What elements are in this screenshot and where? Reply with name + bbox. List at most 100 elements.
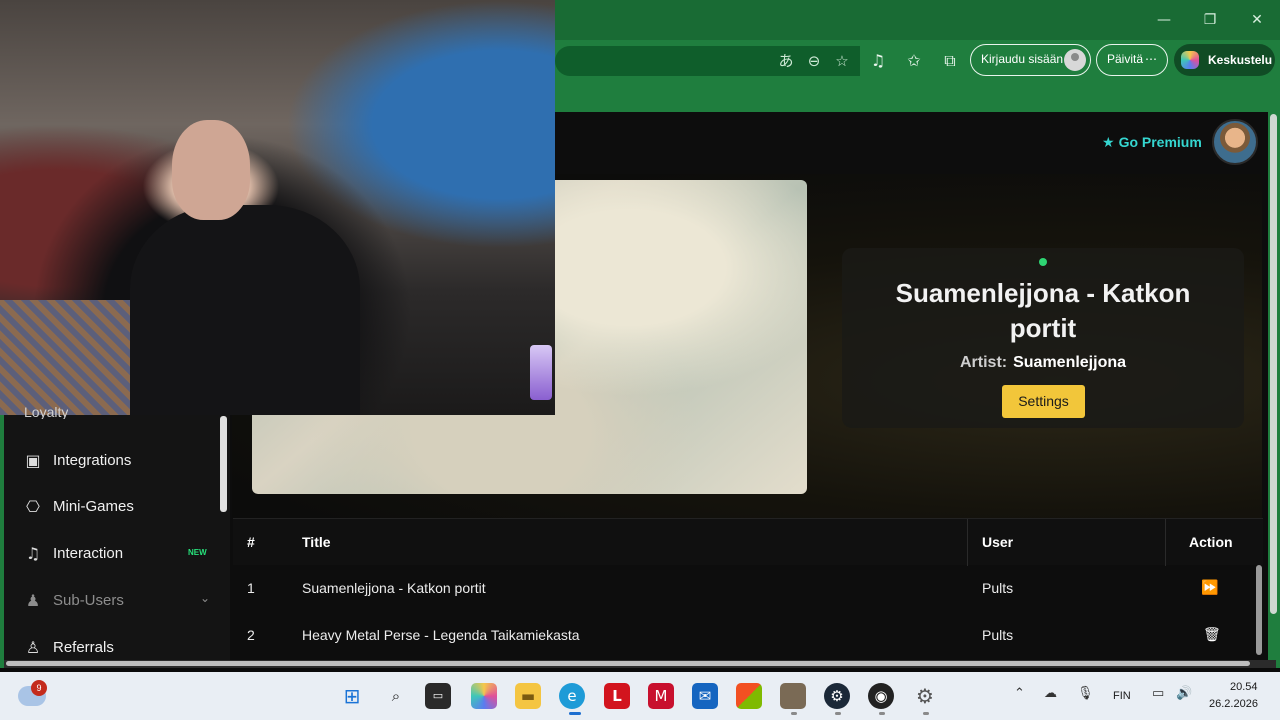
show-hidden-icons-icon[interactable]: ⌃ xyxy=(1014,686,1025,701)
profile-icon xyxy=(1064,49,1086,71)
sign-in-button[interactable]: Kirjaudu sisään xyxy=(970,44,1091,76)
row-number: 2 xyxy=(247,627,255,643)
update-button[interactable]: Päivitä ⋯ xyxy=(1096,44,1168,76)
running-app-indicator xyxy=(835,712,841,715)
running-app-indicator xyxy=(879,712,885,715)
screen: — ❐ ✕ あ ⊖ ☆ ♫ ✩ ⧉ Kirjaudu sisään Päivit… xyxy=(0,0,1280,720)
sidebar-item-referrals[interactable]: ♙ Referrals xyxy=(4,629,218,669)
column-header-title: Title xyxy=(302,534,331,550)
sign-in-label: Kirjaudu sisään xyxy=(981,52,1064,66)
settings-gear-icon[interactable]: ⚙ xyxy=(912,683,938,709)
sidebar-item-integrations[interactable]: ▣ Integrations xyxy=(4,442,218,482)
table-header: # Title User Action xyxy=(233,518,1263,566)
obs-icon[interactable]: ◉ xyxy=(868,683,894,709)
copilot-icon xyxy=(1181,51,1199,69)
clock-time[interactable]: 20.54 xyxy=(1230,681,1258,693)
microphone-icon[interactable]: 🎙 xyxy=(1077,686,1094,701)
page-scrollbar[interactable] xyxy=(1270,114,1277,614)
webcam-lamp xyxy=(530,345,552,400)
notification-badge: 9 xyxy=(31,680,47,696)
song-title: Suamenlejjona - Katkon portit xyxy=(895,278,1191,343)
table-row: 2 Heavy Metal Perse - Legenda Taikamieka… xyxy=(233,612,1263,659)
artist-name: Suamenlejjona xyxy=(1013,354,1127,371)
copilot-label: Keskustelu xyxy=(1208,53,1273,67)
new-badge: NEW xyxy=(188,548,207,557)
gamepad-icon: ⎔ xyxy=(26,497,40,516)
go-premium-label: Go Premium xyxy=(1118,134,1202,150)
sidebar-scrollbar[interactable] xyxy=(220,416,227,512)
zoom-out-icon[interactable]: ⊖ xyxy=(803,50,825,72)
volume-icon[interactable]: 🔊 xyxy=(1176,686,1192,701)
users-icon: ♟ xyxy=(25,591,41,610)
queue-table: # Title User Action 1 Suamenlejjona - Ka… xyxy=(233,518,1263,660)
running-app-indicator xyxy=(923,712,929,715)
sidebar-item-label: Sub-Users xyxy=(53,592,124,609)
media-control-icon[interactable]: ♫ xyxy=(866,49,890,73)
media-app-icon[interactable] xyxy=(780,683,806,709)
sidebar-item-label: Integrations xyxy=(53,452,132,469)
favorites-icon[interactable]: ✩ xyxy=(902,49,926,73)
table-scrollbar[interactable] xyxy=(1256,565,1262,655)
sidebar-item-loyalty[interactable]: Loyalty xyxy=(24,405,68,419)
column-header-user: User xyxy=(982,534,1014,550)
row-title: Suamenlejjona - Katkon portit xyxy=(302,580,486,596)
restore-button[interactable]: ❐ xyxy=(1200,10,1220,30)
display-icon[interactable]: ▭ xyxy=(1152,686,1164,701)
table-row: 1 Suamenlejjona - Katkon portit Pults ⏩ xyxy=(233,565,1263,612)
minimize-button[interactable]: — xyxy=(1154,10,1174,30)
sidebar-item-label: Referrals xyxy=(53,639,114,656)
webcam-overlay xyxy=(0,0,555,415)
search-icon[interactable]: ⌕ xyxy=(383,683,409,709)
collections-icon[interactable]: ⧉ xyxy=(938,49,962,73)
close-button[interactable]: ✕ xyxy=(1247,10,1267,30)
file-explorer-icon[interactable]: ▬ xyxy=(515,683,541,709)
sidebar-item-interaction[interactable]: ♫ Interaction NEW xyxy=(4,535,218,575)
trash-icon[interactable]: 🗑 xyxy=(1203,612,1221,659)
discord-icon: ▣ xyxy=(25,451,41,470)
live-indicator xyxy=(1039,258,1047,266)
translate-icon[interactable]: あ xyxy=(775,50,797,72)
column-header-action: Action xyxy=(1189,534,1233,550)
mcafee-icon[interactable]: M xyxy=(648,683,674,709)
active-app-indicator xyxy=(569,712,581,715)
artist-line: Artist: Suamenlejjona xyxy=(862,352,1224,374)
skip-icon[interactable]: ⏩ xyxy=(1201,565,1218,612)
row-user: Pults xyxy=(982,580,1014,596)
update-label: Päivitä xyxy=(1107,52,1144,66)
copilot-taskbar-icon[interactable] xyxy=(471,683,497,709)
start-icon[interactable]: ⊞ xyxy=(339,683,365,709)
webcam-person-body xyxy=(130,205,360,415)
webcam-blanket xyxy=(0,300,140,415)
network-icon[interactable]: ☁ xyxy=(1044,686,1057,701)
sidebar-item-sub-users[interactable]: ♟ Sub-Users ⌄ xyxy=(4,582,218,622)
column-divider xyxy=(967,519,968,566)
steam-icon[interactable]: ⚙ xyxy=(824,683,850,709)
user-group-icon: ♙ xyxy=(25,638,41,657)
clock-date[interactable]: 26.2.2026 xyxy=(1209,698,1258,710)
edge-icon[interactable]: e xyxy=(559,683,585,709)
chevron-down-icon: ⌄ xyxy=(200,591,211,605)
go-premium-link[interactable]: ★ Go Premium xyxy=(1102,131,1202,153)
column-divider xyxy=(1165,519,1166,566)
column-header-num: # xyxy=(247,534,255,550)
settings-button[interactable]: Settings xyxy=(1002,385,1085,418)
user-avatar[interactable] xyxy=(1212,119,1258,165)
outlook-icon[interactable]: ✉ xyxy=(692,683,718,709)
row-user: Pults xyxy=(982,627,1014,643)
sidebar-item-label: Interaction xyxy=(53,545,124,562)
artist-label: Artist: xyxy=(959,354,1008,371)
language-indicator[interactable]: FIN xyxy=(1113,690,1131,702)
star-icon: ★ xyxy=(1102,135,1115,151)
sidebar-item-label: Mini-Games xyxy=(53,498,134,515)
sidebar-item-mini-games[interactable]: ⎔ Mini-Games xyxy=(4,488,218,528)
row-number: 1 xyxy=(247,580,255,596)
favorite-star-icon[interactable]: ☆ xyxy=(831,50,853,72)
more-icon: ⋯ xyxy=(1145,52,1157,66)
row-title: Heavy Metal Perse - Legenda Taikamiekast… xyxy=(302,627,580,643)
running-app-indicator xyxy=(791,712,797,715)
task-view-icon[interactable]: ▭ xyxy=(425,683,451,709)
copilot-button[interactable]: Keskustelu xyxy=(1174,44,1275,76)
webcam-person-head xyxy=(172,120,250,220)
store-icon[interactable] xyxy=(736,683,762,709)
l-app-icon[interactable]: L xyxy=(604,683,630,709)
